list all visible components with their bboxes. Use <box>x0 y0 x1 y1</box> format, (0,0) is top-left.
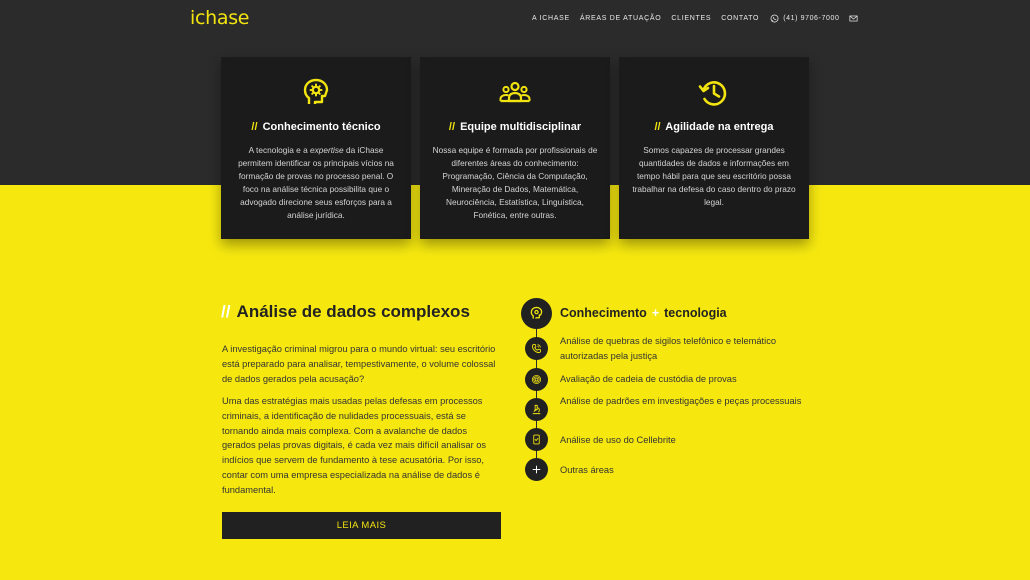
phone-icon <box>531 343 542 354</box>
timeline-dot <box>525 368 548 391</box>
fingerprint-icon <box>531 374 542 385</box>
plus-icon <box>532 465 541 474</box>
nav-item-clientes[interactable]: CLIENTES <box>671 15 711 22</box>
nav-item-contato[interactable]: CONTATO <box>721 15 759 22</box>
timeline-dot <box>525 398 548 421</box>
clock-history-icon <box>698 81 727 106</box>
mobile-check-icon <box>533 434 540 445</box>
timeline-dot <box>525 337 548 360</box>
microscope-icon <box>532 404 541 415</box>
card-text: Somos capazes de processar grandes quant… <box>632 145 796 207</box>
logo[interactable]: ichase <box>190 7 250 29</box>
timeline-heading: Conhecimento + tecnologia <box>560 306 727 320</box>
card-text: Nossa equipe é formada por profissionais… <box>432 145 598 220</box>
main-nav: A ICHASE ÁREAS DE ATUAÇÃO CLIENTES CONTA… <box>532 12 858 24</box>
card-title: // Equipe multidisciplinar <box>448 121 582 133</box>
section-paragraph-2: Uma das estratégias mais usadas pelas de… <box>222 396 487 495</box>
timeline-item: Outras áreas <box>560 465 614 475</box>
brain-gear-icon <box>530 306 543 319</box>
nav-item-ichase[interactable]: A ICHASE <box>532 15 570 22</box>
nav-item-areas[interactable]: ÁREAS DE ATUAÇÃO <box>580 15 661 22</box>
section-title: // Análise de dados complexos <box>221 302 470 321</box>
card-text: A tecnologia e a expertise da iChase per… <box>238 145 394 220</box>
leia-mais-button[interactable]: LEIA MAIS <box>222 512 501 539</box>
card-title: // Conhecimento técnico <box>251 121 381 133</box>
timeline-head-badge <box>521 298 552 329</box>
team-icon <box>499 81 531 103</box>
phone-link[interactable]: (41) 9706-7000 <box>770 14 839 23</box>
section-paragraph-1: A investigação criminal migrou para o mu… <box>222 344 496 384</box>
timeline-item: Análise de padrões em investigações e pe… <box>560 396 802 406</box>
timeline-item: Análise de quebras de sigilos telefônico… <box>560 336 777 361</box>
timeline-dot <box>525 428 548 451</box>
timeline-item: Análise de uso do Cellebrite <box>560 435 676 445</box>
phone-number: (41) 9706-7000 <box>783 14 840 22</box>
card-title: // Agilidade na entrega <box>654 121 774 133</box>
brain-gear-icon <box>303 78 329 104</box>
feature-card-agilidade: // Agilidade na entrega Somos capazes de… <box>619 57 809 239</box>
feature-card-equipe: // Equipe multidisciplinar Nossa equipe … <box>420 57 610 239</box>
timeline-item: Avaliação de cadeia de custódia de prova… <box>560 374 737 384</box>
mail-icon[interactable] <box>849 14 858 23</box>
whatsapp-icon <box>770 14 779 22</box>
timeline-dot <box>525 458 548 481</box>
content-background <box>0 185 1030 580</box>
feature-card-conhecimento: // Conhecimento técnico A tecnologia e a… <box>221 57 411 239</box>
